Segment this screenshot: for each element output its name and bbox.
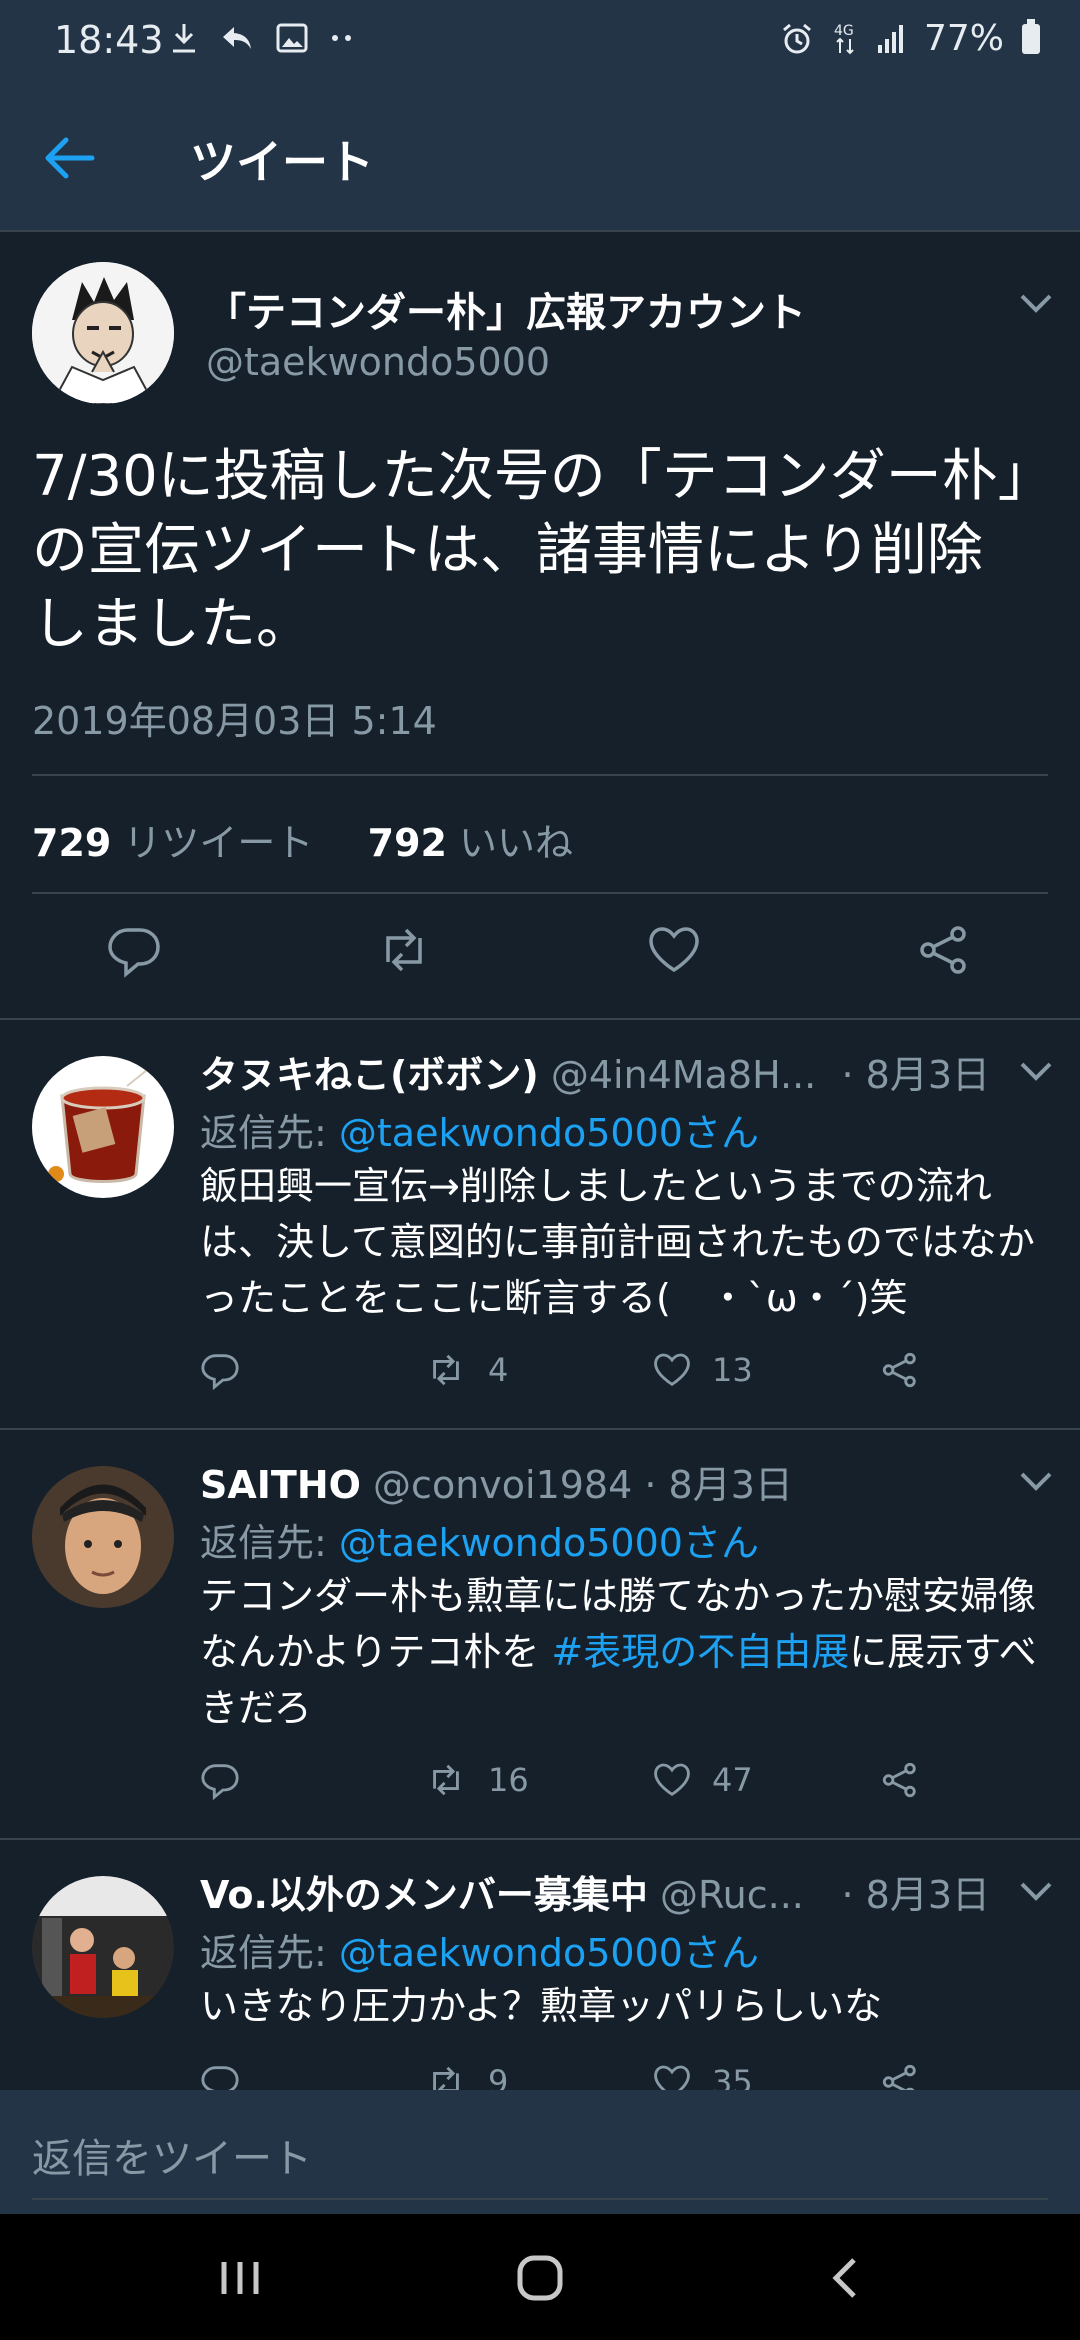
divider [32,2198,1048,2200]
user-handle[interactable]: @taekwondo5000 [206,340,550,384]
reply-to-label: 返信先: [200,1931,327,1975]
reply-tweet[interactable]: SAITHO @convoi1984 · 8月3日 返信先: @taekwond… [0,1430,1080,1840]
share-icon[interactable] [880,2062,920,2090]
like-count: 47 [712,1761,753,1799]
reply-author-handle[interactable]: @convoi1984 · 8月3日 [373,1463,793,1507]
system-nav-bar [0,2214,1080,2340]
hashtag-link[interactable]: #表現の不自由展 [551,1630,849,1674]
reply-date: · 8月3日 [841,1873,990,1917]
avatar-image [32,1876,174,2018]
avatar-image [32,1056,174,1198]
reply-icon[interactable] [200,1350,240,1390]
reply-to: 返信先: @taekwondo5000さん [200,1102,759,1157]
tweet-timestamp: 2019年08月03日 5:14 [32,699,437,743]
reply-text-body: いきなり圧力かよ？勲章ッパリらしいな [200,1984,883,2028]
divider [32,892,1048,894]
reply-author-name[interactable]: SAITHO [200,1463,361,1507]
avatar-image [32,262,174,404]
reply-date: · 8月3日 [841,1053,990,1097]
battery-percent: 77% [923,18,1004,59]
like-heart-icon[interactable] [652,1760,692,1800]
alarm-icon [783,23,811,53]
like-count: 13 [712,1351,753,1389]
recent-apps-icon[interactable] [210,2252,270,2304]
status-bar: 18:43 4G 77% [0,0,1080,84]
chevron-down-icon[interactable] [1016,1056,1056,1086]
main-tweet: 「テコンダー朴」広報アカウント @taekwondo5000 7/30に投稿した… [0,232,1080,1020]
reply-to-mention[interactable]: @taekwondo5000さん [339,1521,759,1565]
display-name[interactable]: 「テコンダー朴」広報アカウント [206,280,806,338]
share-icon[interactable] [880,1350,920,1390]
tweet-stats: 729 リツイート 792 いいね [32,812,573,867]
reply-icon[interactable] [200,2062,240,2090]
chevron-down-icon[interactable] [1016,288,1056,318]
like-heart-icon[interactable] [652,1350,692,1390]
retweet-icon[interactable] [376,922,432,978]
tweet-text: 7/30に投稿した次号の「テコンダー朴」の宣伝ツイートは、諸事情により削除しまし… [32,444,1026,657]
signal-icon [877,24,903,53]
reply-to-label: 返信先: [200,1111,327,1155]
more-dots-icon [332,35,351,41]
reply-author-handle[interactable]: @Ruc... [660,1873,804,1917]
reply-actions: 4 13 [200,1350,1020,1400]
reply-tweet[interactable]: Vo.以外のメンバー募集中 @Ruc... · 8月3日 返信先: @taekw… [0,1840,1080,2090]
back-arrow-icon[interactable] [40,128,100,188]
page-title: ツイート [190,135,374,189]
reply-text: 飯田興一宣伝→削除しましたというまでの流れは、決して意図的に事前計画されたもので… [200,1158,1050,1326]
like-heart-icon[interactable] [646,922,702,978]
svg-text:4G: 4G [834,23,854,39]
reply-icon[interactable] [106,922,162,978]
battery-icon [1022,18,1040,54]
home-icon[interactable] [510,2252,570,2304]
reply-to-mention[interactable]: @taekwondo5000さん [339,1931,759,1975]
top-app-bar: ツイート [0,84,1080,232]
status-time: 18:43 [54,18,164,62]
avatar[interactable] [32,1466,174,1608]
share-icon[interactable] [916,922,972,978]
retweet-count: 4 [488,1351,509,1389]
retweet-icon[interactable] [424,1350,468,1390]
reply-arrow-icon [223,27,251,49]
like-heart-icon[interactable] [652,2062,692,2090]
tweet-actions [0,922,1080,992]
chevron-down-icon[interactable] [1016,1876,1056,1906]
share-icon[interactable] [880,1760,920,1800]
reply-to-label: 返信先: [200,1521,327,1565]
reply-author-name[interactable]: Vo.以外のメンバー募集中 [200,1873,648,1917]
reply-actions: 16 47 [200,1760,1020,1810]
divider [32,774,1048,776]
reply-to: 返信先: @taekwondo5000さん [200,1922,759,1977]
download-icon [173,24,195,53]
reply-actions: 9 35 [200,2062,1020,2090]
avatar[interactable] [32,1876,174,2018]
back-nav-icon[interactable] [816,2252,876,2304]
retweet-count: 16 [488,1761,529,1799]
network-4g-icon: 4G [834,23,854,54]
avatar[interactable] [32,262,174,404]
retweet-count[interactable]: 729 [32,821,111,865]
retweet-label[interactable]: リツイート [123,821,313,865]
reply-to-mention[interactable]: @taekwondo5000さん [339,1111,759,1155]
reply-text-body: 飯田興一宣伝→削除しましたというまでの流れは、決して意図的に事前計画されたもので… [200,1164,1035,1320]
reply-author-name[interactable]: タヌキねこ(ボボン) [200,1053,539,1097]
like-count: 35 [712,2063,753,2090]
reply-text: いきなり圧力かよ？勲章ッパリらしいな [200,1978,1050,2034]
avatar-image [32,1466,174,1608]
image-icon [276,23,308,53]
retweet-icon[interactable] [424,1760,468,1800]
reply-to: 返信先: @taekwondo5000さん [200,1512,759,1567]
reply-input[interactable]: 返信をツイート [32,2126,312,2184]
reply-text: テコンダー朴も勲章には勝てなかったか慰安婦像なんかよりテコ朴を #表現の不自由展… [200,1568,1050,1736]
reply-tweet[interactable]: タヌキねこ(ボボン) @4in4Ma8H... · 8月3日 返信先: @tae… [0,1020,1080,1430]
like-count[interactable]: 792 [368,821,447,865]
reply-author-handle[interactable]: @4in4Ma8H... [551,1053,816,1097]
reply-icon[interactable] [200,1760,240,1800]
like-label[interactable]: いいね [459,821,573,865]
avatar[interactable] [32,1056,174,1198]
retweet-count: 9 [488,2063,509,2090]
retweet-icon[interactable] [424,2062,468,2090]
chevron-down-icon[interactable] [1016,1466,1056,1496]
reply-compose-bar[interactable]: 返信をツイート [0,2090,1080,2214]
